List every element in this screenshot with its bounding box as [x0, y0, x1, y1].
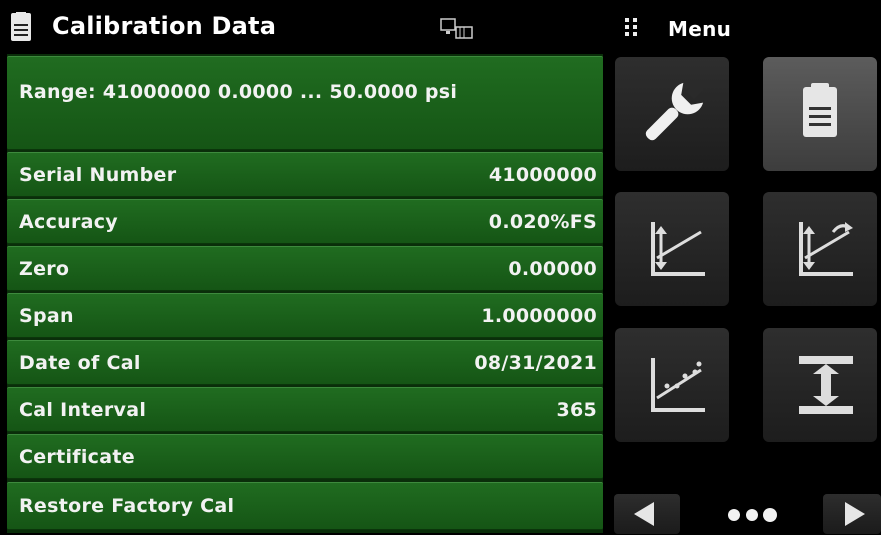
- row-serial-number[interactable]: Serial Number 41000000: [7, 152, 603, 197]
- range-label: Range: 41000000 0.0000 ... 50.0000 psi: [19, 81, 458, 103]
- row-date-of-cal[interactable]: Date of Cal 08/31/2021: [7, 340, 603, 385]
- row-label: Restore Factory Cal: [19, 495, 235, 517]
- row-label: Serial Number: [19, 163, 177, 186]
- row-value: 0.00000: [508, 257, 597, 280]
- network-status-icon: [440, 18, 473, 39]
- arrow-left-icon: [634, 502, 654, 526]
- row-value: 0.020%FS: [488, 210, 597, 233]
- row-label: Zero: [19, 257, 70, 280]
- zero-calibration-tile[interactable]: [615, 192, 729, 306]
- document-icon: [803, 83, 837, 137]
- row-zero[interactable]: Zero 0.00000: [7, 246, 603, 291]
- zero-calibration-icon: [651, 222, 705, 276]
- row-accuracy[interactable]: Accuracy 0.020%FS: [7, 199, 603, 244]
- linearity-calibration-tile[interactable]: [615, 328, 729, 442]
- span-calibration-icon: [799, 222, 853, 276]
- previous-page-button[interactable]: [614, 494, 680, 534]
- title-bar: Calibration Data Menu: [0, 0, 881, 54]
- row-label: Cal Interval: [19, 398, 147, 421]
- row-value: 1.0000000: [481, 304, 597, 327]
- range-row[interactable]: Range: 41000000 0.0000 ... 50.0000 psi: [7, 56, 603, 150]
- row-label: Date of Cal: [19, 351, 141, 374]
- span-calibration-tile[interactable]: [763, 192, 877, 306]
- arrow-right-icon: [845, 502, 865, 526]
- row-label: Span: [19, 304, 74, 327]
- row-value: 365: [556, 398, 597, 421]
- calibration-data-list: Range: 41000000 0.0000 ... 50.0000 psi S…: [7, 54, 603, 533]
- next-page-button[interactable]: [823, 494, 881, 534]
- calibration-data-tile[interactable]: [763, 57, 877, 171]
- range-adjust-icon: [799, 356, 853, 414]
- row-restore-factory-cal[interactable]: Restore Factory Cal: [7, 482, 603, 530]
- row-certificate[interactable]: Certificate: [7, 434, 603, 479]
- row-value: 41000000: [488, 163, 597, 186]
- linearity-calibration-icon: [651, 358, 705, 412]
- row-cal-interval[interactable]: Cal Interval 365: [7, 387, 603, 432]
- row-value: 08/31/2021: [474, 351, 597, 374]
- row-label: Accuracy: [19, 210, 118, 233]
- wrench-icon: [645, 82, 704, 141]
- menu-grip-icon[interactable]: [624, 16, 638, 38]
- row-label: Certificate: [19, 445, 135, 468]
- menu-label[interactable]: Menu: [668, 17, 731, 41]
- document-icon: [11, 12, 31, 41]
- row-span[interactable]: Span 1.0000000: [7, 293, 603, 338]
- page-indicator-dots: [728, 508, 777, 522]
- page-title: Calibration Data: [52, 12, 277, 40]
- range-adjust-tile[interactable]: [763, 328, 877, 442]
- settings-tile[interactable]: [615, 57, 729, 171]
